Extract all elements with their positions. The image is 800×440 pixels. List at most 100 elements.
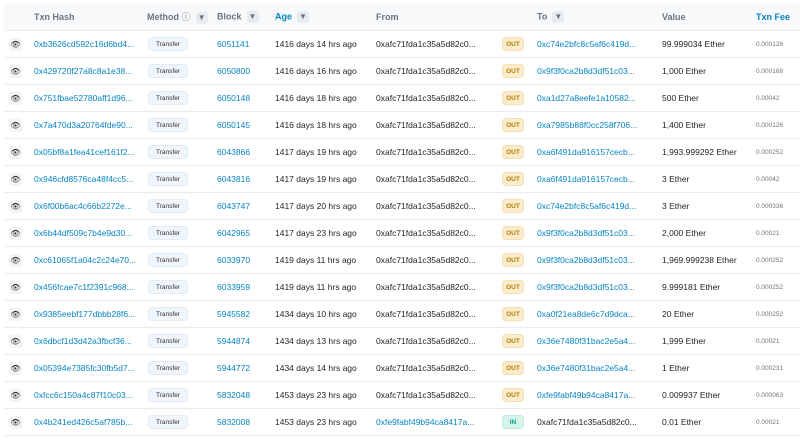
header-txn-fee[interactable]: Txn Fee — [756, 12, 790, 22]
to-address[interactable]: 0x9f3f0ca2b8d3df51c03... — [537, 66, 635, 76]
method-badge: Transfer — [148, 37, 188, 51]
txn-hash-link[interactable]: 0xc61065f1a04c2c24e70... — [34, 255, 136, 265]
header-to-label: To — [537, 11, 548, 22]
block-link[interactable]: 5832008 — [217, 417, 250, 427]
block-link[interactable]: 6043866 — [217, 147, 250, 157]
txn-hash-link[interactable]: 0x6f00b6ac4c66b2272e... — [34, 201, 132, 211]
txn-hash-link[interactable]: 0xb3626cd592c16d6bd4... — [34, 39, 134, 49]
to-address[interactable]: 0xfe9fabf49b94ca8417a... — [537, 390, 635, 400]
value-text: 99.999034 Ether — [662, 39, 725, 49]
eye-icon[interactable]: 👁 — [9, 334, 22, 348]
value-text: 1,400 Ether — [662, 120, 706, 130]
to-address[interactable]: 0x9f3f0ca2b8d3df51c03... — [537, 282, 635, 292]
method-badge: Transfer — [148, 172, 188, 186]
block-link[interactable]: 5944874 — [217, 336, 250, 346]
table-row: 👁 0xfcc6c150a4c87f10c03... Transfer 5832… — [4, 382, 800, 409]
block-link[interactable]: 6050148 — [217, 93, 250, 103]
filter-icon[interactable]: ▼ — [195, 11, 208, 24]
from-address: 0xafc71fda1c35a5d82c0... — [376, 39, 476, 49]
txn-hash-link[interactable]: 0x9385eebf177dbbb28f6... — [34, 309, 135, 319]
method-badge: Transfer — [148, 361, 188, 375]
to-address[interactable]: 0xc74e2bfc8c5af6c419d... — [537, 39, 636, 49]
filter-icon[interactable]: ▼ — [246, 11, 259, 23]
filter-icon[interactable]: ▼ — [552, 11, 565, 23]
block-link[interactable]: 6050800 — [217, 66, 250, 76]
txn-hash-link[interactable]: 0x751fbae52780aff1d96... — [34, 93, 133, 103]
age-text: 1434 days 14 hrs ago — [275, 363, 357, 373]
to-address[interactable]: 0x36e7480f31bac2e5a4... — [537, 336, 635, 346]
table-row: 👁 0x429720f27a8c8a1e38... Transfer 60508… — [4, 58, 800, 85]
method-badge: Transfer — [148, 334, 188, 348]
direction-badge: OUT — [502, 37, 524, 51]
txn-hash-link[interactable]: 0xfcc6c150a4c87f10c03... — [34, 390, 133, 400]
block-link[interactable]: 6033959 — [217, 282, 250, 292]
direction-badge: OUT — [502, 361, 524, 375]
to-address[interactable]: 0xa6f491da916157cecb... — [537, 147, 635, 157]
eye-icon[interactable]: 👁 — [9, 226, 22, 240]
eye-icon[interactable]: 👁 — [9, 118, 22, 132]
filter-icon[interactable]: ▼ — [297, 11, 310, 23]
eye-icon[interactable]: 👁 — [9, 280, 22, 294]
eye-icon[interactable]: 👁 — [9, 307, 22, 321]
eye-icon[interactable]: 👁 — [9, 388, 22, 402]
header-value: Value — [662, 12, 686, 22]
eye-icon[interactable]: 👁 — [9, 199, 22, 213]
age-text: 1416 days 16 hrs ago — [275, 66, 357, 76]
header-method-label: Method — [147, 12, 179, 23]
block-link[interactable]: 6042965 — [217, 228, 250, 238]
header-age-label[interactable]: Age — [275, 11, 292, 21]
eye-icon[interactable]: 👁 — [9, 37, 22, 51]
block-link[interactable]: 5945582 — [217, 309, 250, 319]
to-address[interactable]: 0x9f3f0ca2b8d3df51c03... — [537, 228, 635, 238]
txn-hash-link[interactable]: 0x4b241ed426c5af785b... — [34, 417, 132, 427]
block-link[interactable]: 6051141 — [217, 39, 249, 49]
value-text: 500 Ether — [662, 93, 699, 103]
header-method: Method ⓘ ▼ — [147, 10, 208, 24]
block-link[interactable]: 6050145 — [217, 120, 250, 130]
to-address[interactable]: 0xc74e2bfc8c5af6c419d... — [537, 201, 636, 211]
eye-icon[interactable]: 👁 — [9, 361, 22, 375]
header-from: From — [376, 12, 399, 22]
direction-badge: OUT — [502, 64, 524, 78]
to-address[interactable]: 0x9f3f0ca2b8d3df51c03... — [537, 255, 635, 265]
from-address: 0xafc71fda1c35a5d82c0... — [376, 228, 476, 238]
from-address: 0xafc71fda1c35a5d82c0... — [376, 390, 476, 400]
header-age[interactable]: Age ▼ — [275, 11, 310, 23]
from-address: 0xafc71fda1c35a5d82c0... — [376, 282, 476, 292]
txn-hash-link[interactable]: 0x6b44df509c7b4e9d30... — [34, 228, 132, 238]
txn-hash-link[interactable]: 0x6dbcf1d3d42a3fbcf36... — [34, 336, 132, 346]
method-badge: Transfer — [148, 145, 188, 159]
eye-icon[interactable]: 👁 — [9, 172, 22, 186]
from-address[interactable]: 0xfe9fabf49b94ca8417a... — [376, 417, 474, 427]
to-address[interactable]: 0x36e7480f31bac2e5a4... — [537, 363, 635, 373]
from-address: 0xafc71fda1c35a5d82c0... — [376, 309, 476, 319]
eye-icon[interactable]: 👁 — [9, 91, 22, 105]
block-link[interactable]: 5832048 — [217, 390, 250, 400]
table-header: Txn Hash Method ⓘ ▼ Block ▼ Age ▼ From To ▼ … — [4, 4, 800, 31]
eye-icon[interactable]: 👁 — [9, 145, 22, 159]
txn-hash-link[interactable]: 0x429720f27a8c8a1e38... — [34, 66, 132, 76]
txn-hash-link[interactable]: 0x456fcae7c1f2391c968... — [34, 282, 134, 292]
method-badge: Transfer — [148, 280, 188, 294]
value-text: 1,999 Ether — [662, 336, 706, 346]
table-row: 👁 0xb3626cd592c16d6bd4... Transfer 60511… — [4, 31, 800, 58]
txn-hash-link[interactable]: 0x05bf8a1fea41cef161f2... — [34, 147, 135, 157]
value-text: 20 Ether — [662, 309, 695, 319]
to-address[interactable]: 0xa0f21ea8de6c7d9dca... — [537, 309, 635, 319]
direction-badge: OUT — [502, 253, 524, 267]
to-address[interactable]: 0xa6f491da916157cecb... — [537, 174, 635, 184]
to-address[interactable]: 0xa7985b88f0cc258f706... — [537, 120, 637, 130]
eye-icon[interactable]: 👁 — [9, 415, 22, 429]
table-row: 👁 0x751fbae52780aff1d96... Transfer 6050… — [4, 85, 800, 112]
txn-hash-link[interactable]: 0x05394e7385fc30fb5d7... — [34, 363, 135, 373]
block-link[interactable]: 6043816 — [217, 174, 250, 184]
eye-icon[interactable]: 👁 — [9, 253, 22, 267]
block-link[interactable]: 6033970 — [217, 255, 250, 265]
block-link[interactable]: 5944772 — [217, 363, 250, 373]
txn-hash-link[interactable]: 0x7a470d3a20764fde90... — [34, 120, 133, 130]
eye-icon[interactable]: 👁 — [9, 64, 22, 78]
to-address[interactable]: 0xa1d27a8eefe1a10582... — [537, 93, 636, 103]
block-link[interactable]: 6043747 — [217, 201, 250, 211]
txn-fee-text: 0.000231 — [756, 364, 784, 372]
txn-hash-link[interactable]: 0x946cfd8576ca48f4cc5... — [34, 174, 133, 184]
